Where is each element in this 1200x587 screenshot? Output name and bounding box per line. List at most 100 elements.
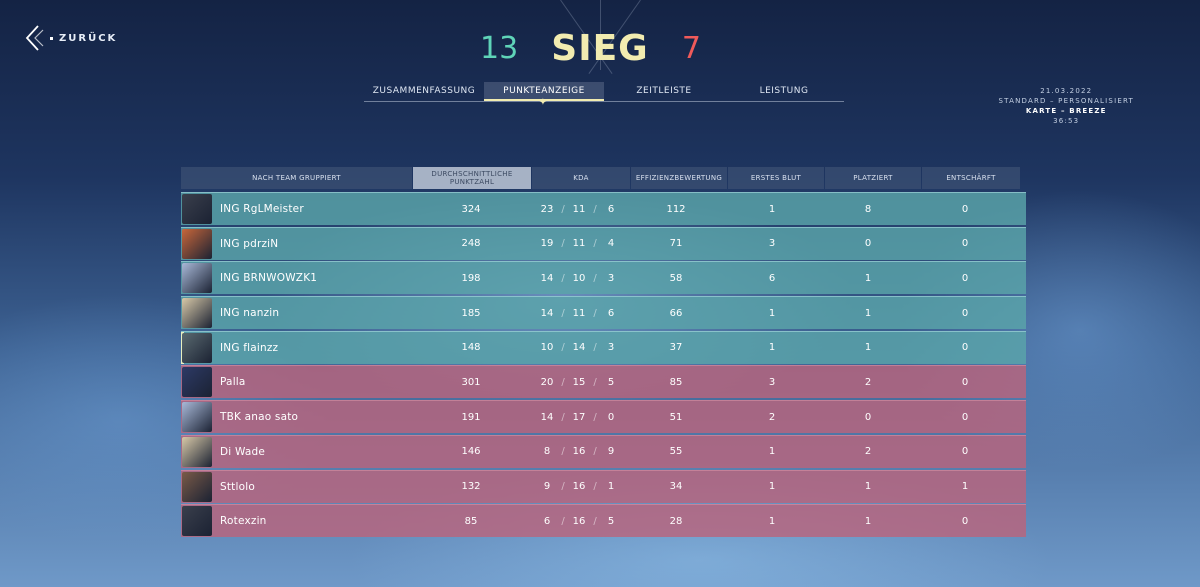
acs-value: 324 (461, 203, 481, 215)
agent-avatar (182, 228, 212, 259)
player-name: Rotexzin (220, 515, 267, 528)
first-blood-value: 1 (768, 515, 776, 527)
planted-value: 1 (864, 307, 872, 319)
kills-value: 20 (540, 376, 554, 388)
planted-value: 1 (864, 481, 872, 492)
match-duration: 36:53 (1053, 117, 1080, 125)
player-name: TBK anao sato (220, 411, 299, 424)
defused-value: 0 (961, 446, 969, 458)
player-cell: Sttlolo (181, 471, 412, 502)
table-row[interactable]: Palla 301 20/15/5 85 3 2 0 (181, 365, 1026, 399)
agent-avatar (182, 298, 212, 329)
table-row[interactable]: ING BRNWOWZK1 198 14/10/3 58 6 1 0 (181, 261, 1026, 295)
kda-separator: / (593, 272, 597, 284)
table-row[interactable]: Rotexzin 85 6 / 16 / 5 28 1 1 0 (181, 504, 1026, 538)
kda-value: 10 / 14 / 3 (530, 342, 628, 353)
match-score: 13 SIEG 7 (0, 28, 1200, 69)
first-blood-value: 3 (768, 376, 776, 388)
defused-value: 0 (961, 376, 969, 388)
defused-value: 0 (961, 203, 969, 215)
table-row[interactable]: TBK anao sato 191 14 / 17 / 0 51 2 0 0 (181, 400, 1026, 434)
column-header-kda[interactable]: KDA (532, 167, 630, 189)
first-blood-value: 1 (768, 342, 776, 354)
acs-value: 185 (461, 307, 481, 319)
column-header-acs[interactable]: DURCHSCHNITTLICHE PUNKTZAHL (413, 167, 531, 189)
kda-separator: / (593, 342, 597, 354)
tab-zusammenfassung[interactable]: ZUSAMMENFASSUNG (364, 82, 484, 101)
kda-separator: / (593, 481, 597, 492)
defused-value: 0 (961, 515, 969, 527)
defused-value: 0 (961, 307, 969, 319)
team-score: 13 (479, 31, 519, 66)
table-row[interactable]: Sttlolo 132 9 / 16 / 1 34 1 1 1 (181, 469, 1026, 503)
tab-zeitleiste[interactable]: ZEITLEISTE (604, 82, 724, 101)
acs-value: 301 (461, 376, 481, 388)
agent-avatar (182, 263, 212, 294)
kda-separator: / (561, 238, 565, 250)
efficiency-value: 66 (669, 307, 683, 319)
assists-value: 3 (607, 272, 615, 284)
kills-value: 14 (540, 411, 554, 423)
kda-separator: / (561, 376, 565, 388)
planted-value: 1 (864, 515, 872, 527)
kills-value: 8 (543, 446, 551, 458)
kills-value: 19 (540, 238, 554, 250)
table-row[interactable]: ING nanzin 185 14/11/6 66 1 1 0 (181, 296, 1026, 330)
efficiency-value: 71 (669, 238, 683, 250)
assists-value: 5 (607, 515, 615, 527)
tab-bar: ZUSAMMENFASSUNG PUNKTEANZEIGE ZEITLEISTE… (364, 82, 844, 102)
column-header-first-blood[interactable]: ERSTES BLUT (728, 167, 824, 189)
player-cell: ING pdrziN (181, 228, 412, 259)
column-header-team[interactable]: NACH TEAM GRUPPIERT (181, 167, 412, 189)
first-blood-value: 1 (768, 446, 776, 458)
efficiency-value: 34 (669, 481, 683, 492)
planted-value: 1 (864, 342, 872, 354)
kda-separator: / (593, 376, 597, 388)
acs-value: 148 (461, 342, 481, 354)
assists-value: 4 (607, 238, 615, 250)
player-cell: TBK anao sato (181, 402, 412, 433)
agent-avatar (182, 471, 212, 502)
table-row[interactable]: ING pdrziN 248 19 / 11 / 4 71 3 0 0 (181, 226, 1026, 260)
table-row[interactable]: ING flainzz 148 10/14/3 37 1 1 0 (181, 330, 1026, 364)
first-blood-value: 3 (768, 238, 776, 250)
kills-value: 23 (540, 203, 554, 215)
player-name: ING RgLMeister (220, 203, 304, 215)
kda-separator: / (593, 238, 597, 250)
kda-separator: / (593, 411, 597, 423)
kda-separator: / (561, 307, 565, 319)
kda-separator: / (561, 515, 565, 527)
tab-leistung[interactable]: LEISTUNG (724, 82, 844, 101)
acs-value: 191 (461, 411, 481, 423)
player-cell: ING nanzin (181, 298, 412, 329)
deaths-value: 17 (572, 411, 586, 423)
deaths-value: 16 (572, 446, 586, 458)
table-row[interactable]: Di Wade 146 8 / 16 / 9 55 1 2 0 (181, 434, 1026, 468)
match-result: SIEG (551, 28, 649, 69)
player-cell: Palla (181, 367, 412, 398)
column-header-planted[interactable]: PLATZIERT (825, 167, 921, 189)
table-row[interactable]: ING RgLMeister 324 23 / 11 / 6 112 1 8 0 (181, 192, 1026, 225)
deaths-value: 14 (572, 342, 586, 354)
planted-value: 8 (864, 203, 872, 215)
table-body: ING RgLMeister 324 23/11/6 112 1 8 0 ING pdrziN… (181, 192, 1026, 538)
defused-value: 0 (961, 411, 969, 423)
acs-value: 198 (461, 272, 481, 284)
kda-separator: / (593, 203, 597, 215)
enemy-score: 7 (681, 31, 701, 66)
kda-separator: / (561, 272, 565, 284)
acs-value: 85 (464, 515, 478, 527)
agent-avatar (182, 194, 212, 224)
deaths-value: 11 (572, 238, 586, 250)
player-cell: ING BRNWOWZK1 (181, 263, 412, 294)
active-tab-marker-icon: ✦ (538, 97, 548, 108)
agent-avatar (182, 436, 212, 467)
deaths-value: 15 (572, 376, 586, 388)
kills-value: 14 (540, 307, 554, 319)
kda-separator: / (593, 515, 597, 527)
column-header-efficiency[interactable]: EFFIZIENZBEWERTUNG (631, 167, 727, 189)
player-cell: ING RgLMeister (181, 194, 412, 224)
column-header-defused[interactable]: ENTSCHÄRFT (922, 167, 1020, 189)
kda-separator: / (593, 307, 597, 319)
first-blood-value: 6 (768, 272, 776, 284)
